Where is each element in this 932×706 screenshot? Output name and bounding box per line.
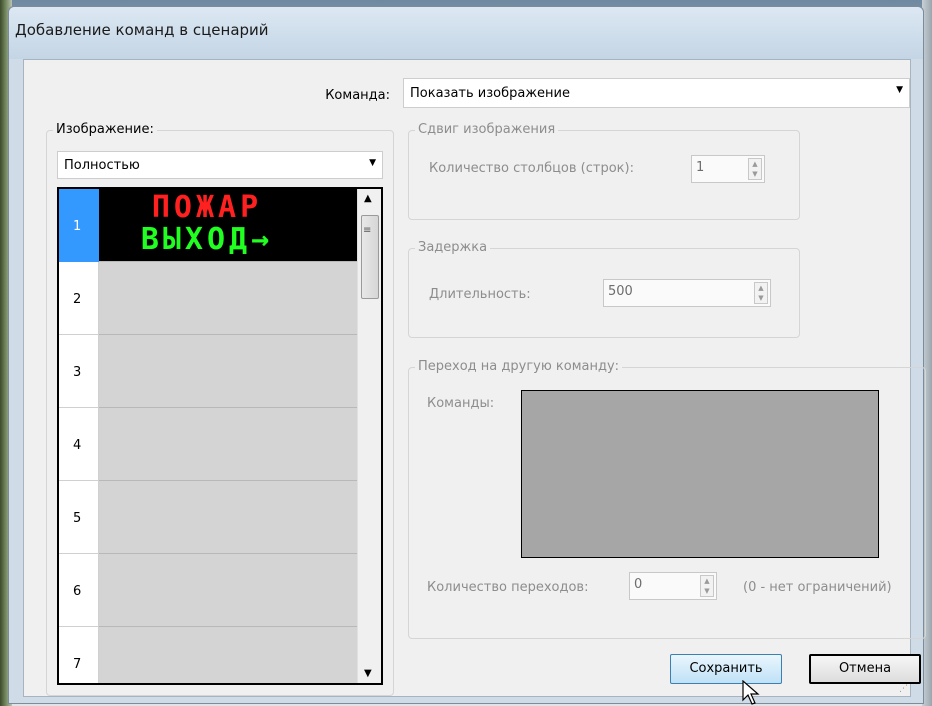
jumps-hint: (0 - нет ограничений) — [743, 580, 892, 595]
image-mode-dropdown[interactable]: Полностью ▼ — [57, 151, 383, 179]
window-title: Добавление команд в сценарий — [15, 21, 269, 39]
spin-down-icon[interactable]: ▼ — [749, 169, 761, 179]
command-dropdown-value: Показать изображение — [410, 86, 570, 101]
delay-group-title: Задержка — [415, 240, 491, 255]
scroll-down-arrow-icon[interactable]: ▼ — [364, 668, 372, 679]
jumps-count-value: 0 — [634, 577, 643, 592]
jump-group: Переход на другую команду: Команды: Коли… — [408, 359, 926, 639]
commands-label: Команды: — [427, 396, 495, 411]
row-number: 2 — [59, 262, 99, 335]
chevron-down-icon[interactable]: ▼ — [896, 85, 903, 95]
scroll-up-arrow-icon[interactable]: ▲ — [364, 193, 372, 204]
image-group: Изображение: Полностью ▼ 1 ПОЖАР ВЫХОД→ … — [46, 122, 394, 696]
spinner-buttons[interactable]: ▲ ▼ — [754, 282, 768, 304]
spin-down-icon[interactable]: ▼ — [755, 293, 767, 303]
chevron-down-icon[interactable]: ▼ — [369, 158, 376, 168]
row-number: 1 — [59, 189, 99, 262]
jump-group-title: Переход на другую команду: — [415, 359, 623, 374]
list-item[interactable]: 1 ПОЖАР ВЫХОД→ — [59, 189, 359, 262]
row-number: 7 — [59, 627, 99, 683]
command-dropdown[interactable]: Показать изображение ▼ — [403, 78, 910, 108]
duration-value: 500 — [608, 284, 633, 299]
list-item[interactable]: 7 — [59, 627, 359, 683]
image-preview — [99, 335, 359, 408]
led-text-line-1: ПОЖАР — [151, 190, 263, 225]
row-number: 5 — [59, 481, 99, 554]
row-number: 3 — [59, 335, 99, 408]
shift-group-title: Сдвиг изображения — [415, 122, 559, 137]
duration-spinner[interactable]: 500 ▲ ▼ — [603, 279, 771, 307]
spin-up-icon[interactable]: ▲ — [701, 576, 713, 586]
columns-count-value: 1 — [696, 160, 705, 175]
columns-count-spinner[interactable]: 1 ▲ ▼ — [691, 155, 765, 183]
spinner-buttons[interactable]: ▲ ▼ — [700, 575, 714, 597]
spin-up-icon[interactable]: ▲ — [755, 283, 767, 293]
image-preview — [99, 554, 359, 627]
jumps-count-label: Количество переходов: — [427, 580, 589, 595]
spin-up-icon[interactable]: ▲ — [749, 159, 761, 169]
image-preview — [99, 262, 359, 335]
image-preview — [99, 481, 359, 554]
row-number: 4 — [59, 408, 99, 481]
shift-group: Сдвиг изображения Количество столбцов (с… — [408, 122, 800, 220]
image-list[interactable]: 1 ПОЖАР ВЫХОД→ 2 3 4 5 6 7 ▲ ≡ ▼ — [57, 187, 383, 685]
command-label: Команда: — [325, 88, 390, 103]
delay-group: Задержка Длительность: 500 ▲ ▼ — [408, 240, 800, 338]
list-item[interactable]: 6 — [59, 554, 359, 627]
led-text-line-2: ВЫХОД→ — [140, 222, 274, 257]
image-mode-value: Полностью — [64, 158, 140, 173]
list-item[interactable]: 4 — [59, 408, 359, 481]
image-group-title: Изображение: — [53, 122, 157, 137]
spinner-buttons[interactable]: ▲ ▼ — [748, 158, 762, 180]
cancel-button[interactable]: Отмена — [809, 654, 921, 684]
list-item[interactable]: 2 — [59, 262, 359, 335]
resize-grip-icon[interactable]: ⋰ — [899, 684, 908, 694]
save-button[interactable]: Сохранить — [670, 654, 782, 684]
row-number: 6 — [59, 554, 99, 627]
list-item[interactable]: 5 — [59, 481, 359, 554]
image-preview — [99, 627, 359, 683]
spin-down-icon[interactable]: ▼ — [701, 586, 713, 596]
mouse-cursor-icon — [742, 680, 760, 705]
columns-count-label: Количество столбцов (строк): — [429, 161, 634, 176]
list-item[interactable]: 3 — [59, 335, 359, 408]
image-preview — [99, 408, 359, 481]
duration-label: Длительность: — [429, 287, 531, 302]
title-bar[interactable]: Добавление команд в сценарий — [9, 7, 923, 59]
dialog-window: Добавление команд в сценарий Команда: По… — [8, 6, 926, 705]
commands-listbox[interactable] — [521, 390, 879, 558]
jumps-count-spinner[interactable]: 0 ▲ ▼ — [629, 572, 717, 600]
grip-icon: ≡ — [363, 225, 372, 236]
list-scrollbar[interactable]: ▲ ≡ ▼ — [357, 189, 381, 683]
dialog-client-area: Команда: Показать изображение ▼ Изображе… — [23, 59, 926, 705]
